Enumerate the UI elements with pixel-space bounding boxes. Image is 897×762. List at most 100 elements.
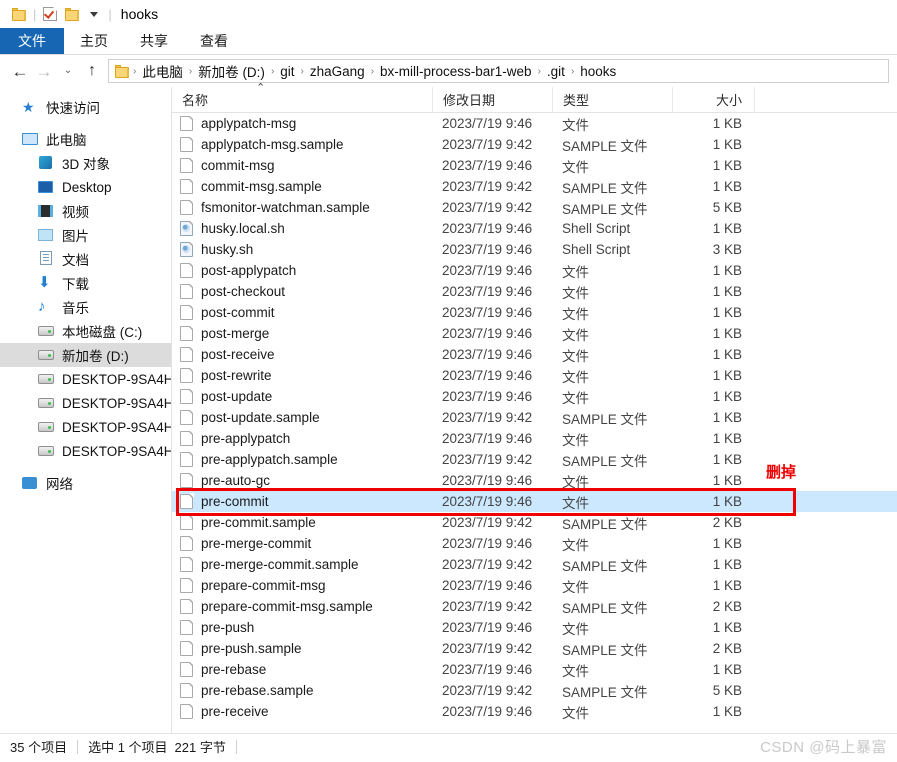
file-name-label: pre-merge-commit <box>201 536 312 551</box>
sidebar-item-1[interactable]: 此电脑 <box>0 127 171 151</box>
file-name-label: post-update.sample <box>201 410 320 425</box>
table-row[interactable]: pre-push 2023/7/19 9:46 文件 1 KB <box>172 617 897 638</box>
sidebar-item-9[interactable]: 本地磁盘 (C:) <box>0 319 171 343</box>
column-header-name[interactable]: 名称 <box>172 87 432 113</box>
qat-properties-button[interactable] <box>39 3 61 25</box>
annotation-label: 删掉 <box>766 464 797 481</box>
table-row[interactable]: prepare-commit-msg.sample 2023/7/19 9:42 S… <box>172 596 897 617</box>
sidebar-item-13[interactable]: DESKTOP-9SA4HM <box>0 415 171 439</box>
recent-locations-button[interactable]: ⌄ <box>56 58 80 84</box>
table-row[interactable]: pre-merge-commit.sample 2023/7/19 9:42 SAM… <box>172 554 897 575</box>
qat-folder-icon[interactable] <box>8 3 30 25</box>
file-date-cell: 2023/7/19 9:46 <box>442 347 533 362</box>
table-row[interactable]: post-checkout 2023/7/19 9:46 文件 1 KB <box>172 281 897 302</box>
table-row[interactable]: pre-push.sample 2023/7/19 9:42 SAMPLE 文件 2 … <box>172 638 897 659</box>
table-row[interactable]: husky.sh 2023/7/19 9:46 Shell Script 3 KB <box>172 239 897 260</box>
table-row[interactable]: pre-rebase 2023/7/19 9:46 文件 1 KB <box>172 659 897 680</box>
file-icon <box>180 619 194 635</box>
table-row[interactable]: post-rewrite 2023/7/19 9:46 文件 1 KB <box>172 365 897 386</box>
breadcrumb[interactable]: › 此电脑 › 新加卷 (D:) › git › zhaGang › bx-mi… <box>108 59 889 83</box>
table-row[interactable]: applypatch-msg 2023/7/19 9:46 文件 1 KB <box>172 113 897 134</box>
sidebar-item-4[interactable]: 视频 <box>0 199 171 223</box>
breadcrumb-item-6[interactable]: hooks <box>575 64 621 79</box>
sidebar-item-14[interactable]: DESKTOP-9SA4HM <box>0 439 171 463</box>
file-name-cell: husky.local.sh <box>172 218 432 239</box>
tab-home[interactable]: 主页 <box>64 28 124 54</box>
breadcrumb-item-3[interactable]: zhaGang <box>305 64 370 79</box>
column-header-date[interactable]: 修改日期 <box>432 86 552 113</box>
breadcrumb-item-5[interactable]: .git <box>542 64 570 79</box>
file-type-cell: 文件 <box>562 264 589 280</box>
file-type-cell: SAMPLE 文件 <box>562 516 648 532</box>
sidebar-item-5[interactable]: 图片 <box>0 223 171 247</box>
sidebar-item-15[interactable]: 网络 <box>0 471 171 495</box>
table-row[interactable]: pre-merge-commit 2023/7/19 9:46 文件 1 KB <box>172 533 897 554</box>
address-bar: ← → ⌄ ↑ › 此电脑 › 新加卷 (D:) › git › zhaGang… <box>0 55 897 87</box>
table-row[interactable]: commit-msg.sample 2023/7/19 9:42 SAMPLE 文件… <box>172 176 897 197</box>
file-name-label: pre-applypatch.sample <box>201 452 338 467</box>
table-row[interactable]: post-commit 2023/7/19 9:46 文件 1 KB <box>172 302 897 323</box>
file-name-cell: pre-receive <box>172 701 432 722</box>
file-icon <box>180 661 194 677</box>
table-row[interactable]: post-update.sample 2023/7/19 9:42 SAMPLE 文… <box>172 407 897 428</box>
breadcrumb-item-1[interactable]: 新加卷 (D:) <box>193 61 270 81</box>
table-row[interactable]: pre-commit.sample 2023/7/19 9:42 SAMPLE 文件… <box>172 512 897 533</box>
table-row[interactable]: post-merge 2023/7/19 9:46 文件 1 KB <box>172 323 897 344</box>
file-size-cell: 1 KB <box>712 536 742 551</box>
table-row[interactable]: pre-commit 2023/7/19 9:46 文件 1 KB <box>172 491 897 512</box>
sidebar-item-0[interactable]: ★ 快速访问 <box>0 95 171 119</box>
up-button[interactable]: ↑ <box>80 58 104 84</box>
forward-button[interactable]: → <box>32 58 56 84</box>
sidebar-item-7[interactable]: ⬇ 下载 <box>0 271 171 295</box>
table-row[interactable]: commit-msg 2023/7/19 9:46 文件 1 KB <box>172 155 897 176</box>
file-date-cell: 2023/7/19 9:46 <box>442 305 533 320</box>
sort-ascending-icon: ⌃ <box>256 82 266 94</box>
file-date-cell: 2023/7/19 9:46 <box>442 704 533 719</box>
breadcrumb-item-0[interactable]: 此电脑 <box>137 61 188 81</box>
table-row[interactable]: post-receive 2023/7/19 9:46 文件 1 KB <box>172 344 897 365</box>
qat-new-folder-button[interactable] <box>61 3 83 25</box>
table-row[interactable]: husky.local.sh 2023/7/19 9:46 Shell Script… <box>172 218 897 239</box>
table-row[interactable]: pre-receive 2023/7/19 9:46 文件 1 KB <box>172 701 897 722</box>
file-icon <box>180 325 194 341</box>
watermark: CSDN @码上暴富 <box>760 739 887 756</box>
sidebar-item-8[interactable]: ♪ 音乐 <box>0 295 171 319</box>
table-row[interactable]: pre-applypatch 2023/7/19 9:46 文件 1 KB <box>172 428 897 449</box>
sidebar-item-3[interactable]: Desktop <box>0 175 171 199</box>
table-row[interactable]: fsmonitor-watchman.sample 2023/7/19 9:42 S… <box>172 197 897 218</box>
breadcrumb-item-4[interactable]: bx-mill-process-bar1-web <box>375 64 537 79</box>
sidebar-item-6[interactable]: 文档 <box>0 247 171 271</box>
tab-file[interactable]: 文件 <box>0 28 64 54</box>
back-button[interactable]: ← <box>8 58 32 84</box>
column-header-type[interactable]: 类型 <box>552 86 672 113</box>
tab-share[interactable]: 共享 <box>124 28 184 54</box>
sidebar-item-11[interactable]: DESKTOP-9SA4HM <box>0 367 171 391</box>
column-header-size[interactable]: 大小 <box>672 86 754 113</box>
sidebar-item-10[interactable]: 新加卷 (D:) <box>0 343 171 367</box>
arrow-right-icon: → <box>35 61 53 81</box>
chevron-down-icon <box>90 11 99 17</box>
network-icon <box>22 475 39 491</box>
sidebar-item-12[interactable]: DESKTOP-9SA4HM <box>0 391 171 415</box>
qat-divider: | <box>33 6 37 22</box>
table-row[interactable]: post-update 2023/7/19 9:46 文件 1 KB <box>172 386 897 407</box>
file-type-cell: SAMPLE 文件 <box>562 642 648 658</box>
file-name-label: prepare-commit-msg.sample <box>201 599 373 614</box>
table-row[interactable]: post-applypatch 2023/7/19 9:46 文件 1 KB <box>172 260 897 281</box>
breadcrumb-item-2[interactable]: git <box>275 64 299 79</box>
file-date-cell: 2023/7/19 9:46 <box>442 578 533 593</box>
pictures-icon <box>38 227 55 243</box>
tab-view[interactable]: 查看 <box>184 28 244 54</box>
arrow-up-icon: ↑ <box>88 62 96 79</box>
table-row[interactable]: pre-rebase.sample 2023/7/19 9:42 SAMPLE 文件… <box>172 680 897 701</box>
file-date-cell: 2023/7/19 9:42 <box>442 137 533 152</box>
qat-customize-button[interactable] <box>83 3 105 25</box>
file-type-cell: SAMPLE 文件 <box>562 138 648 154</box>
network-drive-icon <box>38 371 55 387</box>
table-row[interactable]: prepare-commit-msg 2023/7/19 9:46 文件 1 KB <box>172 575 897 596</box>
file-list[interactable]: applypatch-msg 2023/7/19 9:46 文件 1 KB applyp… <box>172 113 897 733</box>
table-row[interactable]: applypatch-msg.sample 2023/7/19 9:42 SAMPL… <box>172 134 897 155</box>
file-size-cell: 1 KB <box>712 578 742 593</box>
sidebar-item-2[interactable]: 3D 对象 <box>0 151 171 175</box>
file-type-cell: 文件 <box>562 663 589 679</box>
